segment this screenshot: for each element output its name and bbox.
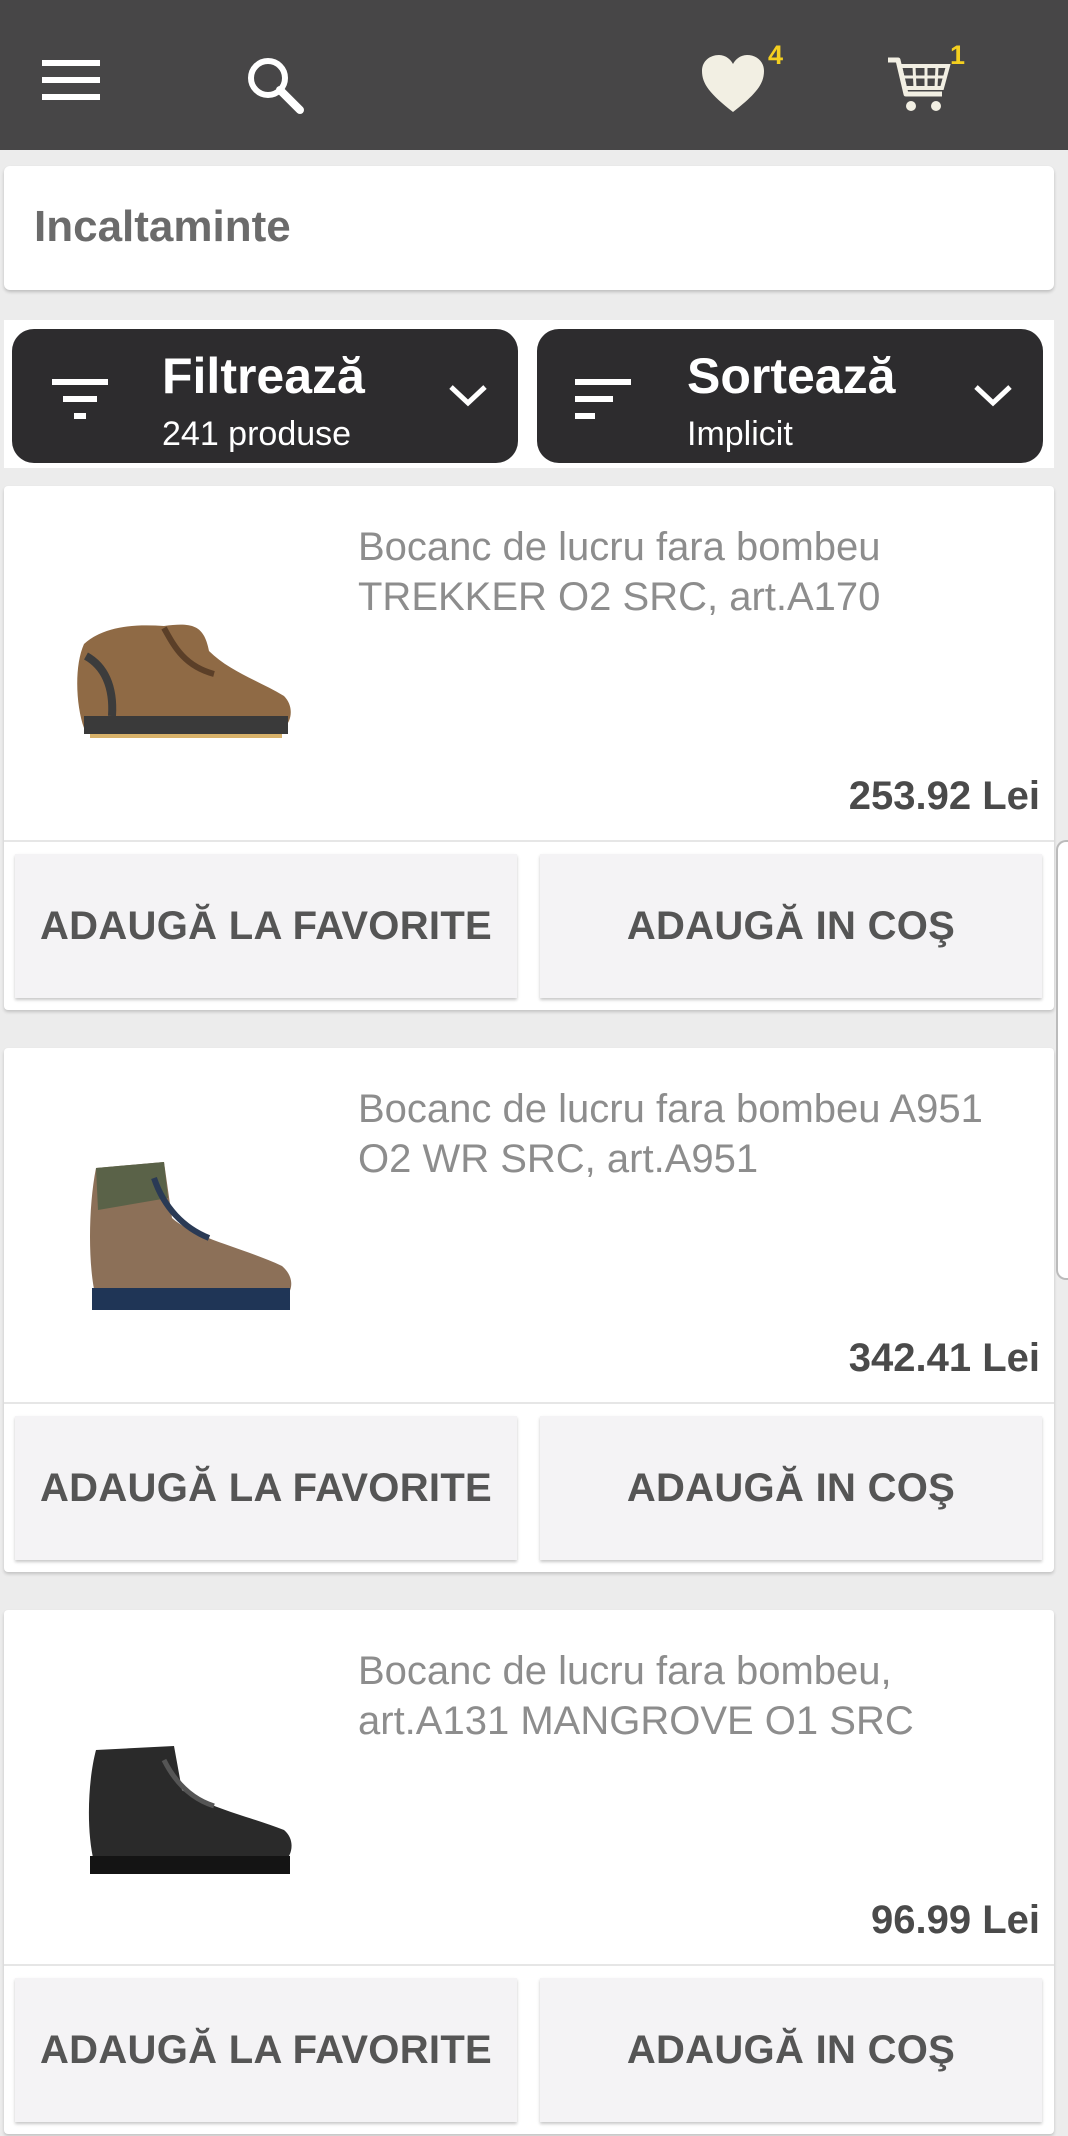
add-to-favorites-button[interactable]: ADAUGĂ LA FAVORITE [15, 1978, 517, 2122]
product-price: 96.99 Lei [870, 1898, 1040, 1942]
category-header: Incaltaminte [4, 166, 1054, 290]
cart-count-badge: 1 [950, 40, 966, 70]
product-card[interactable]: Bocanc de lucru fara bombeu A951 O2 WR S… [4, 1048, 1054, 1572]
add-to-cart-button[interactable]: ADAUGĂ IN COŞ [540, 1416, 1042, 1560]
sort-icon [575, 379, 631, 419]
top-app-bar: 4 1 [0, 0, 1068, 150]
product-price: 342.41 Lei [848, 1336, 1040, 1380]
divider [4, 840, 1054, 842]
product-image[interactable] [44, 1118, 314, 1348]
add-to-favorites-button[interactable]: ADAUGĂ LA FAVORITE [15, 1416, 517, 1560]
product-card[interactable]: Bocanc de lucru fara bombeu, art.A131 MA… [4, 1610, 1054, 2134]
side-drawer-handle[interactable] [1056, 840, 1068, 1280]
menu-icon[interactable] [40, 56, 104, 104]
add-to-cart-button[interactable]: ADAUGĂ IN COŞ [540, 854, 1042, 998]
product-name[interactable]: Bocanc de lucru fara bombeu A951 O2 WR S… [358, 1084, 1038, 1184]
product-price: 253.92 Lei [848, 774, 1040, 818]
product-name[interactable]: Bocanc de lucru fara bombeu TREKKER O2 S… [358, 522, 1038, 622]
add-to-favorites-button[interactable]: ADAUGĂ LA FAVORITE [15, 854, 517, 998]
cart-icon[interactable] [886, 54, 952, 114]
product-card[interactable]: Bocanc de lucru fara bombeu TREKKER O2 S… [4, 486, 1054, 1010]
category-title: Incaltaminte [34, 202, 291, 251]
add-to-cart-button[interactable]: ADAUGĂ IN COŞ [540, 1978, 1042, 2122]
divider [4, 1964, 1054, 1966]
filter-title: Filtrează [162, 348, 365, 404]
product-image[interactable] [44, 556, 314, 786]
sort-subtitle: Implicit [687, 415, 793, 453]
favorites-count-badge: 4 [768, 40, 784, 70]
filter-sort-toolbar: Filtrează 241 produse Sortează Implicit [4, 320, 1054, 468]
divider [4, 1402, 1054, 1404]
search-icon[interactable] [244, 54, 306, 116]
chevron-down-icon [449, 385, 487, 407]
sort-title: Sortează [687, 348, 896, 404]
product-image[interactable] [44, 1680, 314, 1910]
chevron-down-icon [974, 385, 1012, 407]
filter-button[interactable]: Filtrează 241 produse [12, 329, 518, 463]
product-name[interactable]: Bocanc de lucru fara bombeu, art.A131 MA… [358, 1646, 1038, 1746]
filter-subtitle: 241 produse [162, 415, 352, 453]
sort-button[interactable]: Sortează Implicit [537, 329, 1043, 463]
heart-icon[interactable] [700, 54, 766, 114]
filter-icon [52, 379, 108, 419]
